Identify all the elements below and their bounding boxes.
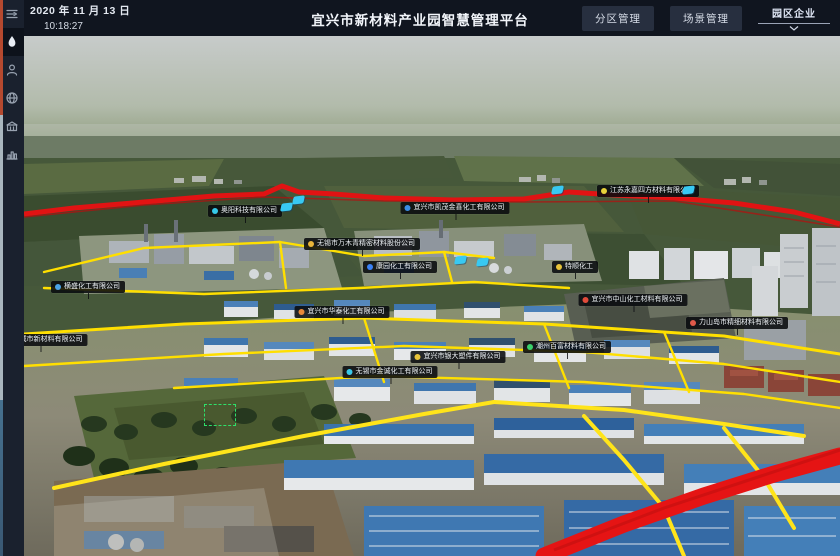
zone-manage-button[interactable]: 分区管理 [582,6,654,31]
enterprise-icon [55,284,61,290]
map-canvas[interactable] [24,36,840,556]
factory-icon [5,119,19,133]
enterprise-icon [308,241,314,247]
enterprise-icon [367,264,373,270]
map-3d-view[interactable] [24,36,840,556]
park-enterprise-dropdown[interactable]: 园区企业 [758,5,830,31]
sidebar-item-menu[interactable] [0,0,24,28]
top-bar: 2020 年 11 月 13 日 10:18:27 宜兴市新材料产业园智慧管理平… [0,0,840,36]
enterprise-icon [556,264,562,270]
enterprise-icon [583,297,589,303]
enterprise-icon [212,208,218,214]
sidebar-accent-strip [0,0,3,556]
enterprise-label-text: 宜兴市凯茂金喜化工有限公司 [414,204,505,212]
bar-chart-icon [5,147,19,161]
enterprise-icon [690,320,696,326]
enterprise-label-text: 力山岛市精细材料有限公司 [699,319,783,327]
sidebar-item-factory[interactable] [0,112,24,140]
app-window: 奥阳科技有限公司 宜兴市凯茂金喜化工有限公司无锡市万木青精密材料股份公司康园化工有… [0,0,840,556]
flame-icon [5,35,19,49]
enterprise-label-text: 无锡市金诚化工有限公司 [356,368,433,376]
enterprise-label-text: 宜兴市华泰化工有限公司 [308,308,385,316]
enterprise-label[interactable]: 横盛化工有限公司 [51,281,125,293]
enterprise-label[interactable]: 特顺化工 [552,261,598,273]
enterprise-label-text: 特顺化工 [565,263,593,271]
enterprise-label[interactable]: 无锡市万木青精密材料股份公司 [304,238,420,250]
enterprise-label[interactable]: 宜兴市华泰化工有限公司 [295,306,390,318]
enterprise-icon [299,309,305,315]
dropdown-label: 园区企业 [772,5,816,23]
header-actions: 分区管理 场景管理 园区企业 [582,0,830,36]
sidebar-item-fire[interactable] [0,28,24,56]
enterprise-icon [347,369,353,375]
enterprise-label[interactable]: 宜兴市中山化工材料有限公司 [579,294,688,306]
enterprise-label[interactable]: 无锡市金诚化工有限公司 [343,366,438,378]
enterprise-icon [601,188,607,194]
globe-icon [5,91,19,105]
enterprise-label-text: 奥阳科技有限公司 [221,207,277,215]
left-toolbar [0,0,24,556]
enterprise-label-text: 宜兴市中山化工材料有限公司 [592,296,683,304]
dropdown-underline [758,23,830,24]
sidebar-item-globe[interactable] [0,84,24,112]
enterprise-label[interactable]: 奥阳科技有限公司 [208,205,282,217]
scene-manage-button[interactable]: 场景管理 [670,6,742,31]
menu-icon [5,7,19,21]
sidebar-item-user[interactable] [0,56,24,84]
enterprise-label[interactable]: 康园化工有限公司 [363,261,437,273]
chevron-down-icon [789,26,799,31]
enterprise-label-text: 横盛化工有限公司 [64,283,120,291]
sidebar-item-stats[interactable] [0,140,24,168]
enterprise-icon [405,205,411,211]
enterprise-label[interactable]: 宜兴市银大塑件有限公司 [411,351,506,363]
user-icon [5,63,19,77]
enterprise-label[interactable]: 力山岛市精细材料有限公司 [686,317,788,329]
enterprise-label-text: 潮州百富材料有限公司 [536,343,606,351]
enterprise-label-text: 宜兴市银大塑件有限公司 [424,353,501,361]
enterprise-icon [415,354,421,360]
enterprise-icon [527,344,533,350]
enterprise-label-text: 康园化工有限公司 [376,263,432,271]
enterprise-label[interactable]: 潮州百富材料有限公司 [523,341,611,353]
enterprise-label-text: 无锡市万木青精密材料股份公司 [317,240,415,248]
enterprise-label[interactable]: 宜兴市凯茂金喜化工有限公司 [401,202,510,214]
